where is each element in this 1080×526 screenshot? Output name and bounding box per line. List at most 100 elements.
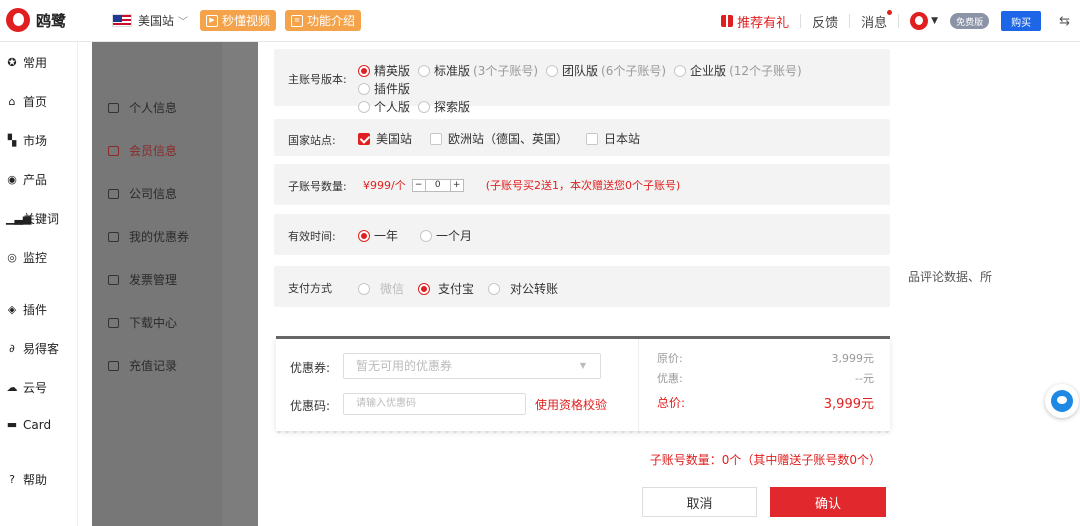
gift-link[interactable]: 推荐有礼: [721, 12, 789, 31]
duration-option-month[interactable]: 一个月: [420, 227, 472, 244]
help-icon: ?: [9, 472, 15, 486]
sidebar-item-monitor[interactable]: ◎ 监控: [6, 249, 47, 266]
sub-account-row: 子账号数量: ¥999/个 − 0 + (子账号买2送1，本次赠送您0个子账号): [274, 164, 890, 205]
coupon-code-label: 优惠码:: [290, 399, 331, 413]
version-option-plugin[interactable]: 插件版: [358, 81, 410, 97]
recharge-icon: [108, 360, 119, 371]
account-menu: 个人信息 会员信息 公司信息 我的优惠券 发票管理 下载中心 充值记录: [92, 42, 222, 526]
sidebar-item-label: Card: [23, 418, 52, 432]
sub-account-count[interactable]: 0: [424, 179, 451, 191]
version-option-standard[interactable]: 标准版 (3个子账号): [418, 63, 538, 79]
site-option-us[interactable]: 美国站: [358, 130, 412, 147]
version-option-explore[interactable]: 探索版: [418, 99, 470, 115]
message-link[interactable]: 消息: [861, 9, 893, 31]
payment-option-wechat: 微信: [358, 280, 404, 297]
sidebar-item-common[interactable]: ✪ 常用: [6, 54, 47, 71]
original-price-label: 原价:: [657, 352, 683, 365]
document-icon: ≡: [291, 14, 303, 27]
sub-account-controls: ¥999/个 − 0 + (子账号买2送1，本次赠送您0个子账号): [363, 177, 680, 193]
account-menu-item: 发票管理: [108, 271, 177, 288]
sidebar-item-label: 首页: [23, 95, 48, 109]
sidebar-item-product[interactable]: ◉ 产品: [6, 171, 47, 188]
sidebar-item-plugin[interactable]: ◈ 插件: [6, 301, 47, 318]
avatar[interactable]: [910, 12, 929, 30]
download-icon: [108, 317, 119, 328]
radio-icon: [358, 282, 370, 295]
sub-account-price: ¥999/个: [363, 179, 406, 192]
account-menu-item: 下载中心: [108, 314, 177, 331]
us-flag-icon: [112, 14, 132, 27]
home-icon: ⌂: [8, 94, 16, 108]
sidebar-item-market[interactable]: ▚ 市场: [6, 132, 47, 149]
feedback-link[interactable]: 反馈: [812, 12, 838, 31]
duration-row: 有效时间: 一年 一个月: [274, 214, 890, 255]
plus-button[interactable]: +: [451, 180, 463, 191]
account-menu-item: 我的优惠券: [108, 228, 189, 245]
discount-value: --元: [855, 372, 874, 385]
monitor-icon: ◎: [7, 250, 17, 264]
product-icon: ◉: [7, 172, 17, 186]
message-link-label: 消息: [861, 15, 888, 31]
sidebar-item-card[interactable]: ▬ Card: [6, 418, 51, 432]
plugin-icon: ◈: [7, 302, 17, 316]
brand-logo[interactable]: 鸥鹭: [6, 8, 66, 32]
video-button[interactable]: ▶ 秒懂视频: [200, 10, 277, 31]
purchase-modal: 主账号版本: 精英版 标准版 (3个子账号) 团队版 (6个子账号) 企业版 (12个子账号…: [258, 42, 907, 526]
buy-button[interactable]: 购买: [1001, 11, 1042, 31]
radio-icon: [488, 282, 501, 295]
payment-options: 微信 支付宝 对公转账: [358, 280, 566, 298]
radio-icon: [358, 65, 370, 77]
sub-account-promo: (子账号买2送1，本次赠送您0个子账号): [485, 179, 681, 192]
version-option-enterprise[interactable]: 企业版 (12个子账号): [674, 63, 802, 79]
notification-dot-icon: [887, 9, 893, 15]
radio-icon: [358, 83, 370, 95]
account-menu-item: 充值记录: [108, 357, 177, 374]
cloud-icon: ☁: [6, 380, 18, 394]
payment-option-alipay[interactable]: 支付宝: [418, 280, 474, 297]
duration-option-year[interactable]: 一年: [358, 227, 398, 244]
version-row: 主账号版本: 精英版 标准版 (3个子账号) 团队版 (6个子账号) 企业版 (12个子账号…: [274, 49, 890, 114]
divider: [898, 14, 900, 28]
swap-icon[interactable]: ⇆: [1059, 14, 1070, 29]
divider: [849, 14, 851, 28]
coupon-select[interactable]: 暂无可用的优惠券 ▼: [343, 353, 601, 379]
customer-service-button[interactable]: [1045, 384, 1079, 418]
play-icon: ▶: [206, 14, 218, 27]
radio-icon: [420, 229, 433, 242]
coupon-code-input[interactable]: 请输入优惠码: [343, 393, 526, 415]
version-option-team[interactable]: 团队版 (6个子账号): [546, 63, 666, 79]
radio-icon: [674, 65, 687, 77]
sidebar-item-home[interactable]: ⌂ 首页: [6, 93, 48, 110]
radio-icon: [546, 65, 559, 77]
site-option-eu[interactable]: 欧洲站（德国、英国）: [430, 130, 568, 147]
payment-row: 支付方式 微信 支付宝 对公转账: [274, 266, 890, 307]
intro-button-label: 功能介绍: [307, 14, 356, 28]
sub-account-summary: 子账号数量：0个（其中赠送子账号数0个）: [649, 453, 881, 467]
sidebar-item-yidek[interactable]: ∂ 易得客: [6, 340, 59, 357]
version-option-personal[interactable]: 个人版: [358, 99, 410, 115]
radio-icon: [358, 101, 370, 113]
payment-option-transfer[interactable]: 对公转账: [488, 280, 558, 297]
sidebar-item-cloud[interactable]: ☁ 云号: [6, 379, 48, 396]
background-text: 品评论数据、所: [908, 270, 993, 284]
sub-account-label: 子账号数量:: [288, 180, 347, 193]
site-selector-label: 美国站: [138, 14, 175, 28]
site-selector[interactable]: 美国站 ﹀: [112, 12, 188, 29]
verify-link[interactable]: 使用资格校验: [535, 396, 607, 413]
minus-button[interactable]: −: [413, 180, 425, 191]
star-icon: ✪: [7, 55, 17, 69]
sidebar-item-keyword[interactable]: ▁▃▅ 关键词: [6, 210, 59, 227]
version-option-elite[interactable]: 精英版: [358, 63, 410, 79]
cancel-button[interactable]: 取消: [642, 487, 757, 517]
caret-down-icon[interactable]: ▼: [931, 16, 938, 26]
sidebar-item-help[interactable]: ? 帮助: [6, 471, 47, 488]
confirm-button[interactable]: 确认: [770, 487, 886, 517]
card-icon: ▬: [6, 418, 18, 431]
radio-icon: [418, 65, 431, 77]
gift-icon: [721, 15, 734, 27]
original-price-value: 3,999元: [831, 352, 875, 365]
link-icon: ∂: [9, 341, 15, 355]
site-label: 国家站点:: [288, 134, 336, 147]
intro-button[interactable]: ≡ 功能介绍: [285, 10, 362, 31]
site-option-jp[interactable]: 日本站: [586, 130, 640, 147]
